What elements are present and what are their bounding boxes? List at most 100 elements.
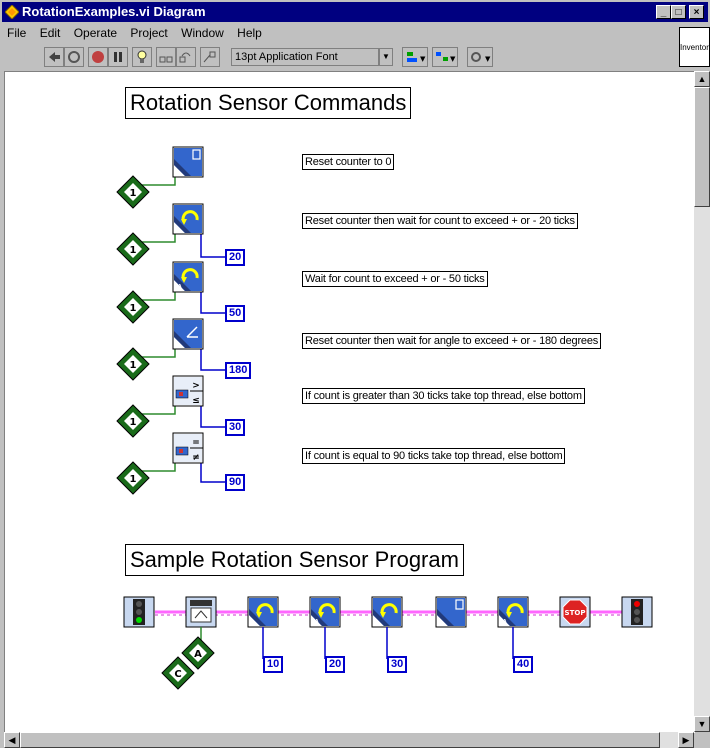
run-continuously-icon[interactable] [64,47,84,67]
program-constant-30[interactable]: 30 [387,656,408,673]
port-constant: 1 [116,347,150,381]
rotation-vi-icon: A [309,596,341,628]
ticks-constant-50[interactable]: 50 [225,305,246,322]
port-constant-a: A [181,636,215,670]
operate-tool-icon[interactable] [44,47,64,67]
port-constant-c: C [161,656,195,690]
menu-edit[interactable]: Edit [40,26,61,40]
rotation-vi-icon: A [172,261,204,293]
scroll-up-icon[interactable]: ▲ [694,71,710,87]
port-constant: 1 [116,175,150,209]
rotation-vi-icon [435,596,467,628]
block-diagram-canvas[interactable]: 1 1 1 A 1 1 > ≤1 = ≠ A C A A STOP Rotation Sensor Comm… [4,71,695,733]
close-button[interactable]: × [689,5,704,19]
sensor-config-icon [185,596,217,628]
command-label-4: Reset counter then wait for angle to exc… [302,333,602,349]
stop-circle-icon [92,51,104,63]
vertical-scrollbar[interactable]: ▲ ▼ [694,71,710,732]
ticks-constant-30[interactable]: 30 [225,419,246,436]
menu-project[interactable]: Project [130,26,167,40]
port-wire [139,349,176,358]
scroll-left-icon[interactable]: ◀ [4,732,20,748]
step-out-button[interactable] [200,47,220,67]
labview-app-icon [5,5,19,19]
port-constant: 1 [116,232,150,266]
value-wire [200,406,225,428]
context-help-panel: Inventor [679,27,710,67]
align-icon: ▼ [407,52,426,63]
vertical-scroll-thumb[interactable] [694,87,710,207]
chevron-down-icon[interactable]: ▼ [379,48,393,66]
port-wire [139,292,176,301]
rotation-vi-icon [247,596,279,628]
section-title-commands: Rotation Sensor Commands [125,87,412,119]
svg-text:▼: ▼ [420,55,426,63]
rotation-vi-icon [172,146,204,178]
port-constant-text: C [174,669,181,680]
window: RotationExamples.vi Diagram _ □ × File E… [0,0,710,748]
rotation-vi-icon [172,203,204,235]
step-out-icon [203,51,216,63]
ticks-constant-90[interactable]: 90 [225,474,246,491]
program-constant-40[interactable]: 40 [513,656,534,673]
reorder-icon: ▼ [471,52,491,63]
compare-symbol: ≠ [192,453,200,463]
program-constant-10[interactable]: 10 [263,656,284,673]
step-over-button[interactable] [176,47,196,67]
port-constant: 1 [116,290,150,324]
font-selector[interactable]: 13pt Application Font [231,48,379,66]
svg-text:▼: ▼ [485,55,491,63]
highlight-execution-button[interactable] [132,47,152,67]
port-wire [139,463,176,472]
window-title: RotationExamples.vi Diagram [22,4,206,19]
port-constant-text: 1 [130,303,137,314]
reorder-button[interactable]: ▼ [467,47,493,67]
minimize-button[interactable]: _ [656,5,671,19]
cycle-icon [68,51,80,63]
lightbulb-icon [137,50,147,63]
port-constant-text: 1 [130,417,137,428]
port-letter-icon: A [502,618,508,627]
step-into-button[interactable] [156,47,176,67]
arrow-icon [49,52,60,62]
horizontal-scroll-thumb[interactable] [20,732,660,748]
value-wire [200,234,225,258]
pause-button[interactable] [108,47,128,67]
value-wire [200,292,225,314]
port-wire [139,234,176,243]
port-constant: 1 [116,404,150,438]
menu-file[interactable]: File [7,26,26,40]
traffic-light-start-icon [123,596,155,628]
menu-operate[interactable]: Operate [74,26,117,40]
rotation-vi-icon [172,318,204,350]
traffic-light-end-icon [621,596,653,628]
stop-sign-icon: STOP [559,596,591,628]
menu-help[interactable]: Help [237,26,262,40]
horizontal-scrollbar[interactable]: ◀ ▶ [4,732,694,748]
distribute-icon: ▼ [436,52,456,63]
compare-symbol: = [192,438,200,448]
port-constant-text: 1 [130,474,137,485]
ticks-constant-20[interactable]: 20 [225,249,246,266]
scroll-down-icon[interactable]: ▼ [694,716,710,732]
section-title-program: Sample Rotation Sensor Program [125,544,464,576]
command-label-3: Wait for count to exceed + or - 50 ticks [302,271,488,287]
step-over-icon [179,52,191,63]
program-constant-20[interactable]: 20 [325,656,346,673]
step-into-icon [159,56,173,63]
port-constant-text: 1 [130,188,137,199]
scroll-right-icon[interactable]: ▶ [678,732,694,748]
port-letter-icon: A [177,283,183,292]
port-constant-text: 1 [130,245,137,256]
pause-icon [114,52,122,62]
distribute-objects-button[interactable]: ▼ [432,47,458,67]
rotation-vi-icon: A [497,596,529,628]
maximize-button[interactable]: □ [671,5,686,19]
port-constant-text: 1 [130,360,137,371]
port-wire [139,177,176,186]
port-wire [139,406,176,415]
degrees-constant-180[interactable]: 180 [225,362,252,379]
align-objects-button[interactable]: ▼ [402,47,428,67]
menu-window[interactable]: Window [181,26,224,40]
abort-button[interactable] [88,47,108,67]
